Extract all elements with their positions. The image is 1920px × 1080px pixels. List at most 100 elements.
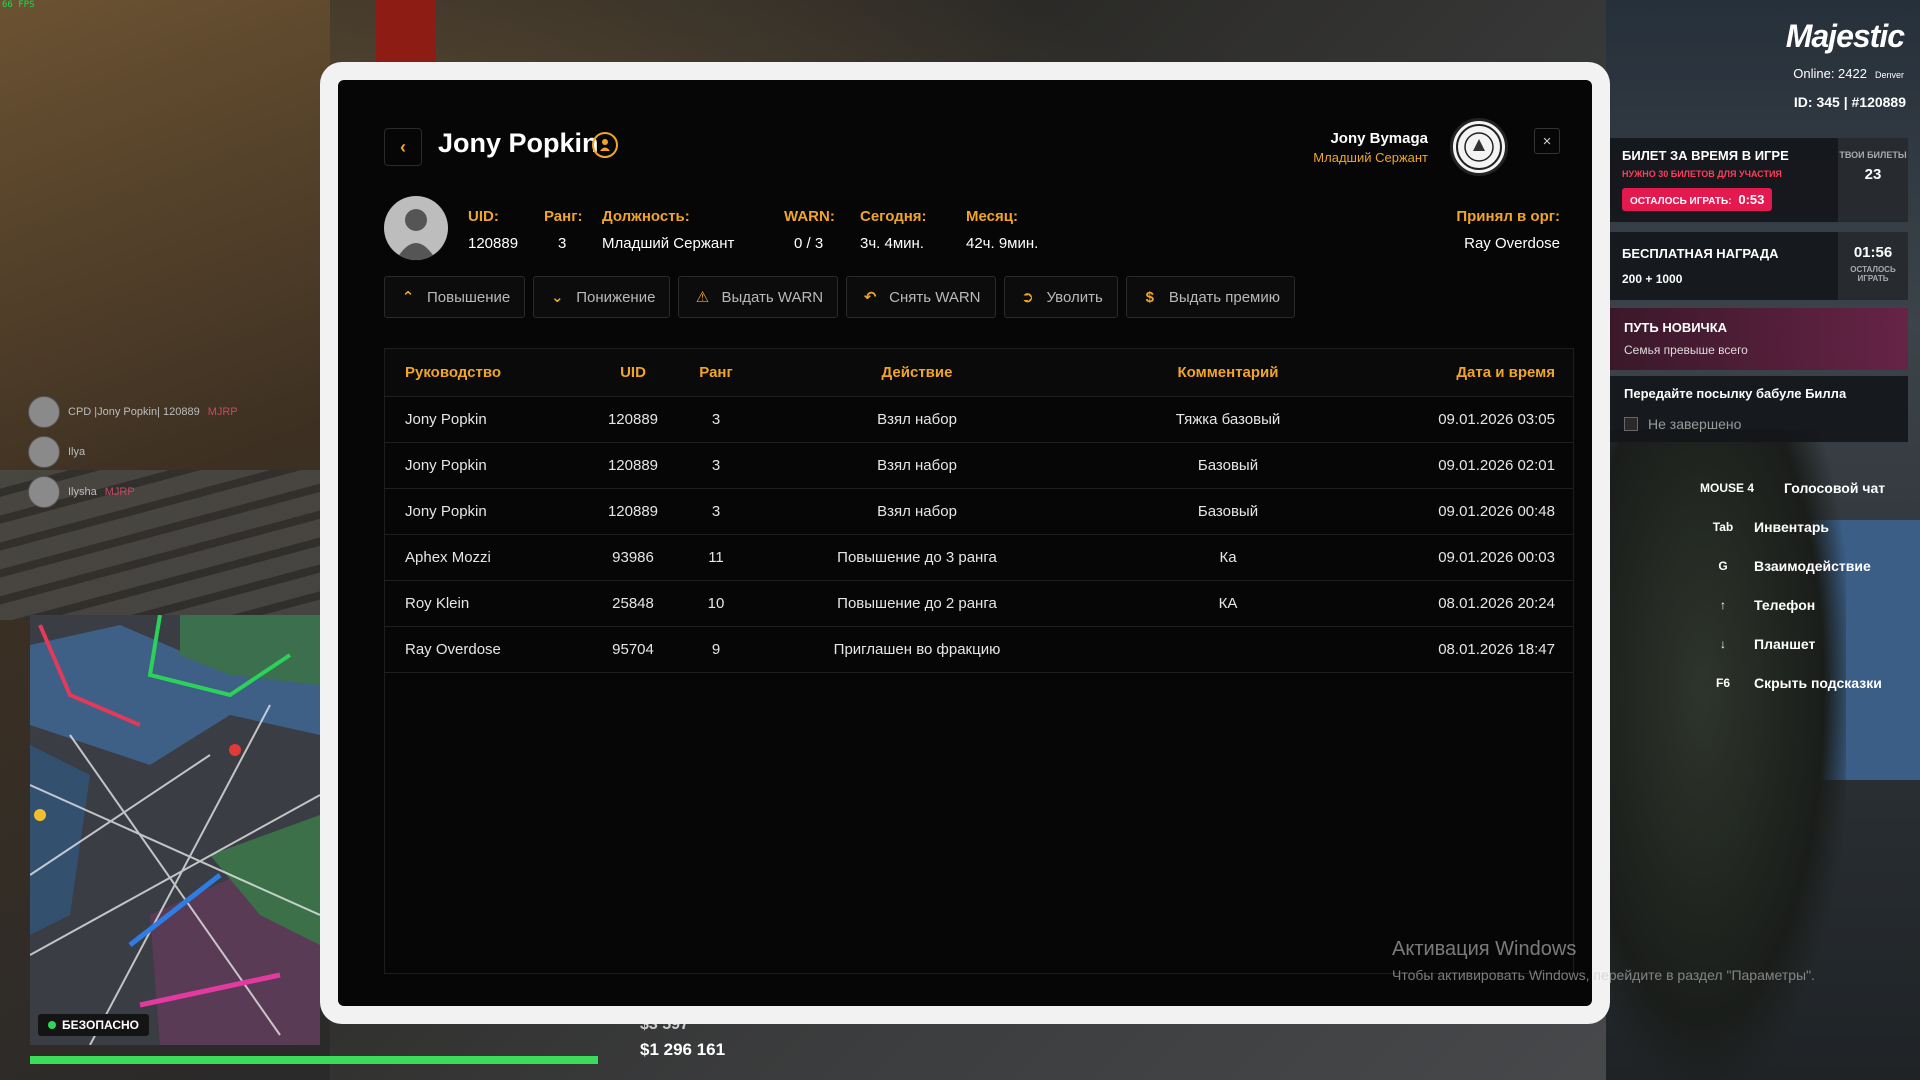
member-panel: ‹ Jony Popkin Jony Bymaga Младший Сержан… [338,80,1592,1006]
cell-action: Взял набор [877,411,957,428]
give-warn-label: Выдать WARN [721,288,824,306]
undo-arrow-icon: ↶ [863,289,877,306]
task-status-label: Не завершено [1648,416,1742,432]
cell-action: Повышение до 2 ранга [837,595,997,612]
hint-key: MOUSE 4 [1700,480,1755,495]
cell-rank: 3 [711,457,721,474]
column-header: Руководство [405,364,502,381]
cell-uid: 120889 [607,457,659,474]
table-row: Jony Popkin 120889 3 Взял набор Тяжка ба… [385,397,1573,443]
viewer-name: Jony Bymaga [1330,130,1428,147]
hint-key: ↓ [1720,636,1726,651]
free-reward-timer: 01:56 ОСТАЛОСЬ ИГРАТЬ [1838,232,1908,300]
cell-comment: Ка [1219,549,1237,566]
bonus-label: Выдать премию [1168,288,1280,306]
info-value: 3 [558,235,567,252]
info-position: Должность: Младший Сержант [602,208,734,252]
fire-button[interactable]: ➲ Уволить [1003,276,1118,318]
info-label: WARN: [784,208,835,225]
close-icon: × [1542,132,1552,150]
play-time-label: ОСТАЛОСЬ ИГРАТЬ: [1630,196,1732,207]
info-warn: WARN: 0 / 3 [784,208,835,252]
coin-icon: $ [1145,288,1154,306]
tablet-frame: ‹ Jony Popkin Jony Bymaga Младший Сержан… [320,62,1610,1024]
column-header: Ранг [699,364,733,381]
hint-key: Tab [1712,519,1734,534]
info-today: Сегодня: 3ч. 4мин. [860,208,927,252]
play-time-value: 0:53 [1738,192,1765,207]
hint-key: F6 [1715,675,1730,690]
close-button[interactable]: × [1534,128,1560,154]
table-header: Руководство UID Ранг Действие Комментари… [385,349,1573,397]
back-button[interactable]: ‹ [384,128,422,166]
hint-label: Планшет [1754,635,1816,652]
info-value: Младший Сержант [602,235,735,252]
action-toolbar: ⌃ Повышение ⌄ Понижение ⚠ Выдать WARN ↶ … [384,276,1295,318]
free-reward-card[interactable]: БЕСПЛАТНАЯ НАГРАДА 200 + 1000 01:56 ОСТА… [1610,232,1908,300]
health-fill [30,1056,598,1064]
cell-comment: Тяжка базовый [1175,411,1281,428]
demote-button[interactable]: ⌄ Понижение [533,276,671,318]
hint-key: ↑ [1720,597,1726,612]
free-reward-title: БЕСПЛАТНАЯ НАГРАДА [1622,246,1779,261]
cell-comment: Базовый [1197,457,1259,474]
hint-row: G Взаимодействие [1700,546,1910,585]
action-log-table: Руководство UID Ранг Действие Комментари… [384,348,1574,974]
give-warn-button[interactable]: ⚠ Выдать WARN [678,276,839,318]
chevron-up-icon: ⌃ [401,289,415,306]
cell-leader: Ray Overdose [405,641,501,658]
cell-datetime: 08.01.2026 18:47 [1438,641,1555,658]
cell-leader: Aphex Mozzi [405,549,491,566]
demote-label: Понижение [576,288,656,306]
bonus-button[interactable]: $ Выдать премию [1125,276,1295,318]
watermark-subtitle: Чтобы активировать Windows, перейдите в … [1392,967,1815,983]
info-label: Месяц: [966,208,1018,225]
checkbox-icon [1624,417,1638,431]
cell-leader: Jony Popkin [405,503,487,520]
fps-counter: 66 FPS [2,0,35,10]
cash-money: $1 296 161 [640,1040,726,1059]
key-hints: MOUSE 4 Голосовой чат Tab Инвентарь G Взаим… [1700,468,1910,702]
promote-button[interactable]: ⌃ Повышение [384,276,526,318]
cell-action: Приглашен во фракцию [833,641,1001,658]
voice-item: Ilysha MJRP [28,472,298,512]
health-bar [30,1056,598,1064]
task-card: Передайте посылку бабуле Билла Не заверш… [1610,376,1908,442]
remove-warn-label: Снять WARN [889,288,981,306]
remove-warn-button[interactable]: ↶ Снять WARN [846,276,996,318]
cell-rank: 3 [711,503,721,520]
free-reward-amount: 200 + 1000 [1622,272,1683,286]
info-label: Сегодня: [860,208,927,225]
voice-name: Ilya [68,446,86,458]
hint-label: Взаимодействие [1754,557,1871,574]
ticket-quest-card: БИЛЕТ ЗА ВРЕМЯ В ИГРЕ НУЖНО 30 БИЛЕТОВ Д… [1610,138,1908,222]
tickets-count: 23 [1864,166,1882,183]
person-icon [592,132,618,158]
play-time-badge: ОСТАЛОСЬ ИГРАТЬ: 0:53 [1622,188,1773,211]
voice-name: Ilysha [68,486,97,498]
cell-rank: 9 [711,641,721,658]
avatar [384,196,448,260]
chevron-down-icon: ⌄ [550,289,564,306]
online-label: Online: 2422 [1793,66,1867,81]
voice-tag: MJRP [207,406,238,418]
cell-rank: 3 [711,411,721,428]
info-label: Ранг: [544,208,583,225]
member-name: Jony Popkin [438,128,599,158]
timer-value: 01:56 [1853,244,1893,261]
hint-label: Голосовой чат [1784,479,1886,496]
cell-datetime: 09.01.2026 00:48 [1438,503,1555,520]
safe-zone-label: БЕЗОПАСНО [62,1018,139,1032]
avatar [28,476,60,508]
ticket-subtitle: НУЖНО 30 БИЛЕТОВ ДЛЯ УЧАСТИЯ [1622,169,1782,179]
voice-tag: MJRP [104,486,135,498]
status-dot-icon [48,1021,56,1029]
viewer-rank: Младший Сержант [1313,150,1428,165]
info-label: Должность: [602,208,690,225]
table-row: Aphex Mozzi 93986 11 Повышение до 3 ранг… [385,535,1573,581]
cell-comment: КА [1218,595,1238,612]
server-name: Denver [1874,70,1904,80]
hint-row: Tab Инвентарь [1700,507,1910,546]
windows-activation-watermark: Активация Windows Чтобы активировать Win… [1392,938,1815,983]
newbie-path-card[interactable]: ПУТЬ НОВИЧКА Семья превыше всего [1610,308,1908,370]
